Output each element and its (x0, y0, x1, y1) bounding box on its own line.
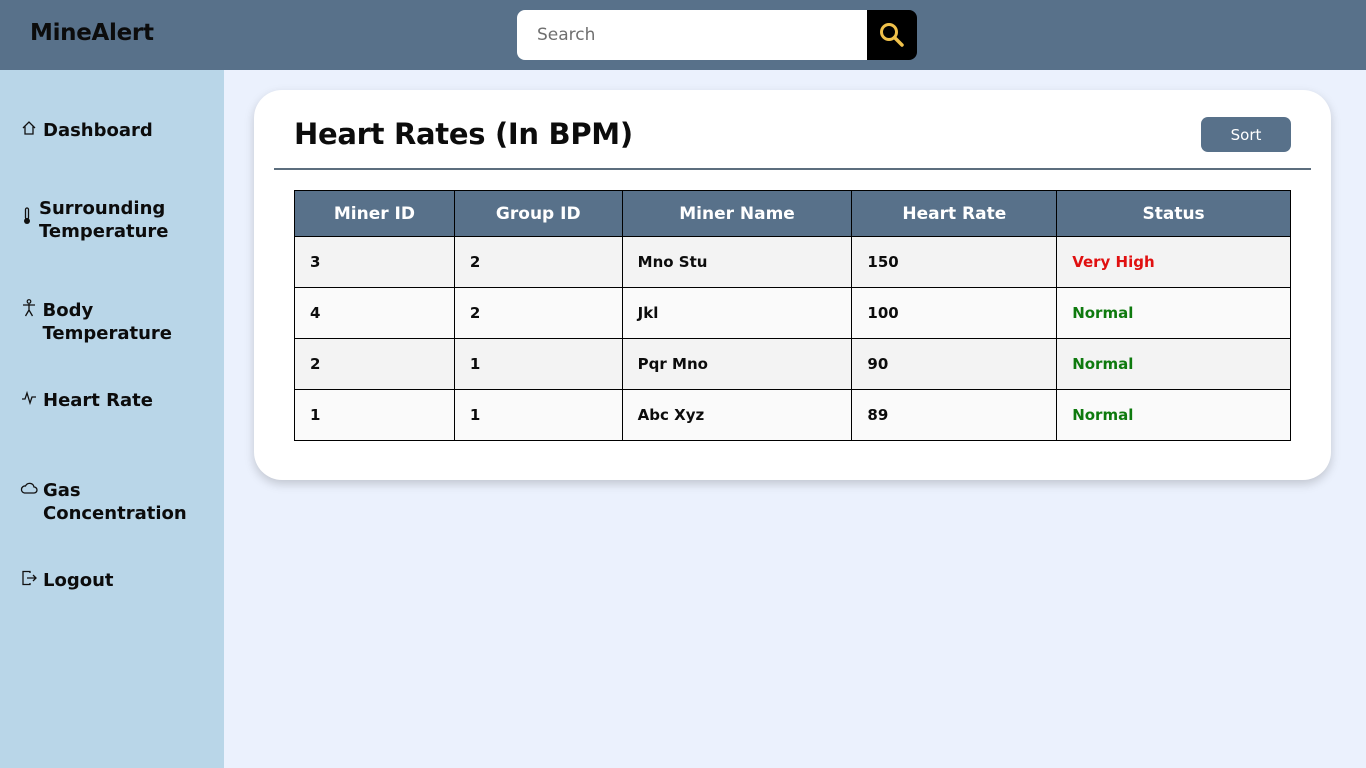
sidebar-item-logout[interactable]: Logout (20, 569, 114, 592)
sidebar-item-dashboard[interactable]: Dashboard (20, 119, 153, 142)
table-header-row: Miner ID Group ID Miner Name Heart Rate … (294, 190, 1291, 237)
cell-miner-id: 1 (294, 389, 455, 441)
cell-heart-rate: 89 (851, 389, 1058, 441)
cell-miner-name: Pqr Mno (621, 338, 853, 390)
cell-group-id: 1 (453, 338, 623, 390)
cell-miner-name: Jkl (621, 287, 853, 339)
table-row: 3 2 Mno Stu 150 Very High (294, 236, 1291, 288)
cell-miner-id: 4 (294, 287, 455, 339)
logout-icon (20, 569, 38, 587)
divider (274, 168, 1311, 170)
pulse-icon (20, 389, 38, 407)
heart-rate-table: Miner ID Group ID Miner Name Heart Rate … (294, 190, 1291, 441)
body-icon (20, 299, 38, 317)
app-title: MineAlert (30, 20, 154, 46)
cell-heart-rate: 90 (851, 338, 1058, 390)
table-row: 2 1 Pqr Mno 90 Normal (294, 338, 1291, 390)
page-title: Heart Rates (In BPM) (294, 117, 633, 151)
cell-miner-id: 3 (294, 236, 455, 288)
table-row: 1 1 Abc Xyz 89 Normal (294, 389, 1291, 441)
top-bar: MineAlert (0, 0, 1366, 70)
search-bar (517, 10, 917, 60)
cell-miner-name: Abc Xyz (621, 389, 853, 441)
cell-miner-name: Mno Stu (621, 236, 853, 288)
sidebar-item-label: Logout (43, 570, 114, 591)
cell-status: Normal (1056, 338, 1291, 390)
cell-group-id: 2 (453, 287, 623, 339)
sidebar: Dashboard Surrounding Temperature Body T… (0, 70, 224, 768)
column-header-miner-name[interactable]: Miner Name (621, 190, 853, 237)
thermometer-icon (20, 207, 34, 225)
sidebar-item-label: Gas Concentration (43, 480, 187, 524)
cell-status: Normal (1056, 287, 1291, 339)
column-header-status[interactable]: Status (1056, 190, 1291, 237)
cell-heart-rate: 100 (851, 287, 1058, 339)
column-header-heart-rate[interactable]: Heart Rate (851, 190, 1058, 237)
column-header-group-id[interactable]: Group ID (453, 190, 623, 237)
sidebar-item-body-temperature[interactable]: Body Temperature (20, 299, 224, 345)
heart-rate-card: Heart Rates (In BPM) Sort Miner ID Group… (254, 90, 1331, 480)
cell-group-id: 2 (453, 236, 623, 288)
cell-group-id: 1 (453, 389, 623, 441)
cell-heart-rate: 150 (851, 236, 1058, 288)
search-button[interactable] (867, 10, 917, 60)
search-icon (880, 23, 904, 47)
sort-button[interactable]: Sort (1201, 117, 1291, 152)
cell-status: Normal (1056, 389, 1291, 441)
search-input[interactable] (517, 10, 867, 60)
sidebar-item-label: Surrounding Temperature (39, 198, 169, 242)
sidebar-item-label: Heart Rate (43, 390, 153, 411)
sidebar-item-gas-concentration[interactable]: Gas Concentration (20, 479, 224, 525)
table-row: 4 2 Jkl 100 Normal (294, 287, 1291, 339)
sidebar-item-label: Dashboard (43, 120, 153, 141)
home-icon (20, 119, 38, 137)
cell-miner-id: 2 (294, 338, 455, 390)
sidebar-item-heart-rate[interactable]: Heart Rate (20, 389, 153, 412)
sidebar-item-label: Body Temperature (42, 300, 172, 344)
column-header-miner-id[interactable]: Miner ID (294, 190, 455, 237)
cell-status: Very High (1056, 236, 1291, 288)
cloud-icon (20, 479, 38, 497)
sidebar-item-surrounding-temperature[interactable]: Surrounding Temperature (20, 197, 200, 243)
